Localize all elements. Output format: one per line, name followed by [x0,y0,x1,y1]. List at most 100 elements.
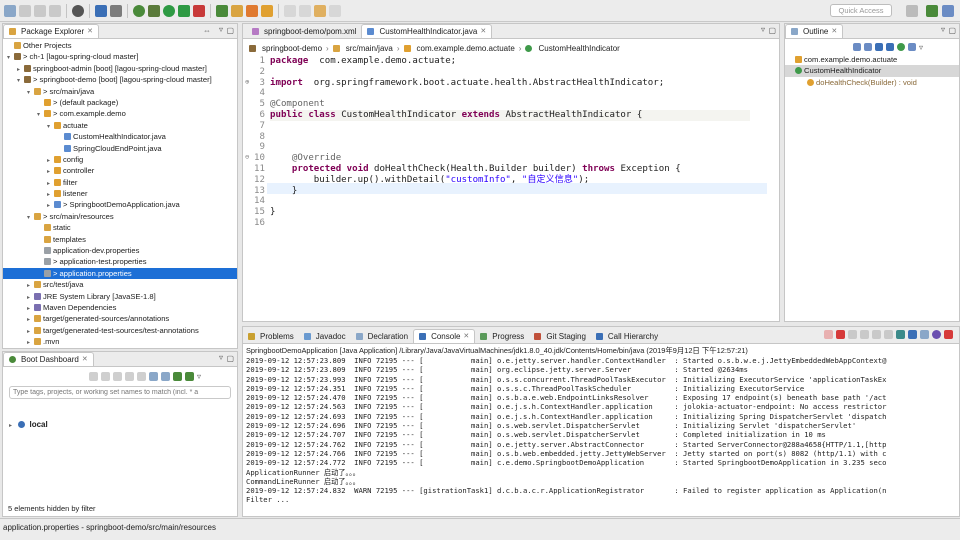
tab-boot-dashboard[interactable]: Boot Dashboard ✕ [3,352,94,366]
breadcrumb-folder[interactable]: src/main/java [346,44,393,53]
tab-declaration[interactable]: Declaration [351,329,413,343]
tree-item[interactable]: ▾ actuate [3,120,237,131]
close-icon[interactable]: ✕ [463,330,469,343]
display-console-icon[interactable] [908,330,917,339]
tree-item[interactable]: ▸ JRE System Library [JavaSE-1.8] [3,291,237,302]
tab-call-hierarchy[interactable]: Call Hierarchy [591,329,663,343]
back-icon[interactable] [314,4,326,17]
tree-item[interactable]: CustomHealthIndicator.java [3,131,237,142]
tree-item[interactable]: ▾ > ch-1 [lagou-spring-cloud master] [3,51,237,62]
add-icon[interactable] [185,372,194,381]
tree-item[interactable]: ▸ .mvn [3,336,237,347]
tab-javadoc[interactable]: Javadoc [299,329,351,343]
next-annotation-icon[interactable] [284,4,296,17]
stop-icon[interactable] [836,330,845,339]
tree-item[interactable]: Other Projects [3,40,237,51]
view-menu-icon[interactable]: ▿ [919,43,923,52]
search-icon[interactable] [261,4,273,17]
tree-item[interactable]: ▸ Maven Dependencies [3,302,237,313]
run-config-icon[interactable] [178,4,190,17]
new-icon[interactable] [4,4,16,17]
tree-item[interactable]: ▾ > src/main/resources [3,211,237,222]
close-icon[interactable]: ✕ [87,25,93,38]
tree-item[interactable]: templates [3,234,237,245]
fold-marker-icon[interactable]: ⊕ [245,78,249,86]
tree-item[interactable]: ▸ springboot-admin [boot] [lagou-spring-c… [3,63,237,74]
tree-item[interactable]: ▾ > src/main/java [3,86,237,97]
maximize-icon[interactable]: ▢ [768,26,776,35]
close-icon[interactable]: ✕ [831,25,837,38]
save-all-icon[interactable] [34,4,46,17]
open-console-icon[interactable] [920,330,929,339]
run-icon[interactable] [163,4,175,17]
tree-item[interactable]: ▾ > springboot-demo [boot] [lagou-spring-… [3,74,237,85]
open-perspective-icon[interactable] [906,5,918,17]
close-icon[interactable]: ✕ [82,353,88,366]
tree-item[interactable]: ▸ config [3,154,237,165]
debug-console-icon[interactable] [944,330,953,339]
sort-icon[interactable] [864,43,872,51]
hide-local-types-icon[interactable] [908,43,916,51]
tab-pom-xml[interactable]: springboot-demo/pom.xml [247,24,361,38]
word-wrap-icon[interactable] [884,330,893,339]
tab-custom-health-indicator[interactable]: CustomHealthIndicator.java ✕ [361,24,493,38]
tree-item[interactable]: ▸ filter [3,177,237,188]
collapsed-icon[interactable]: ▸ [27,338,34,349]
breadcrumb-package[interactable]: com.example.demo.actuate [417,44,515,53]
debug-icon[interactable] [101,372,110,381]
skip-breakpoints-icon[interactable] [110,4,122,17]
console-icon[interactable] [137,372,146,381]
tree-item[interactable]: static [3,222,237,233]
minimize-icon[interactable]: ▿ [219,25,223,34]
tree-item[interactable]: > (default package) [3,97,237,108]
debug-icon[interactable] [148,4,160,17]
view-menu-icon[interactable]: ⇔ [203,26,211,35]
start-icon[interactable] [89,372,98,381]
open-browser-icon[interactable] [125,372,134,381]
local-target[interactable]: ▸ local [9,419,243,430]
new-class-icon[interactable] [216,4,228,17]
spring-perspective-icon[interactable] [926,5,938,17]
tree-item[interactable]: application-dev.properties [3,245,237,256]
maximize-icon[interactable]: ▢ [226,354,234,363]
tab-console[interactable]: Console ✕ [413,329,476,343]
tree-item[interactable]: ▸ controller [3,165,237,176]
spring-boot-icon[interactable] [133,4,145,17]
remove-launch-icon[interactable] [848,330,857,339]
properties-icon[interactable] [149,372,158,381]
outline-item[interactable]: doHealthCheck(Builder) : void [785,77,959,88]
print-icon[interactable] [49,4,61,17]
boot-search-input[interactable] [9,386,231,399]
refresh-icon[interactable] [173,372,182,381]
pin-console-icon[interactable] [896,330,905,339]
open-type-icon[interactable] [246,4,258,17]
breadcrumb-class[interactable]: CustomHealthIndicator [538,44,619,53]
clear-console-icon[interactable] [860,330,869,339]
maximize-icon[interactable]: ▢ [226,26,234,35]
tree-item[interactable]: ▸ listener [3,188,237,199]
new-package-icon[interactable] [231,4,243,17]
stop-icon[interactable] [113,372,122,381]
terminal-icon[interactable] [95,4,107,17]
forward-icon[interactable] [329,4,341,17]
scroll-lock-icon[interactable] [872,330,881,339]
maximize-icon[interactable]: ▢ [948,26,956,35]
tree-item[interactable]: ▸ src/test/java [3,279,237,290]
view-menu-icon[interactable]: ▿ [197,372,201,381]
tree-item[interactable]: > application.properties [3,267,237,280]
minimize-icon[interactable]: ▿ [941,25,945,34]
tab-outline[interactable]: Outline ✕ [785,24,844,38]
tab-problems[interactable]: Problems [243,329,299,343]
tree-item[interactable]: > application-test.properties [3,256,237,267]
close-icon[interactable]: ✕ [480,25,486,38]
save-icon[interactable] [19,4,31,17]
hide-static-icon[interactable] [886,43,894,51]
expand-icon[interactable]: ▸ [9,421,16,432]
console-output[interactable]: 2019-09-12 12:57:23.809 INFO 72195 --- [… [246,356,886,505]
jvm-icon[interactable] [932,330,941,339]
outline-item[interactable]: com.example.demo.actuate [785,54,959,65]
java-perspective-icon[interactable] [942,5,954,17]
tab-progress[interactable]: Progress [475,329,529,343]
grid-icon[interactable] [161,372,170,381]
tree-item[interactable]: ▾ > com.example.demo [3,108,237,119]
